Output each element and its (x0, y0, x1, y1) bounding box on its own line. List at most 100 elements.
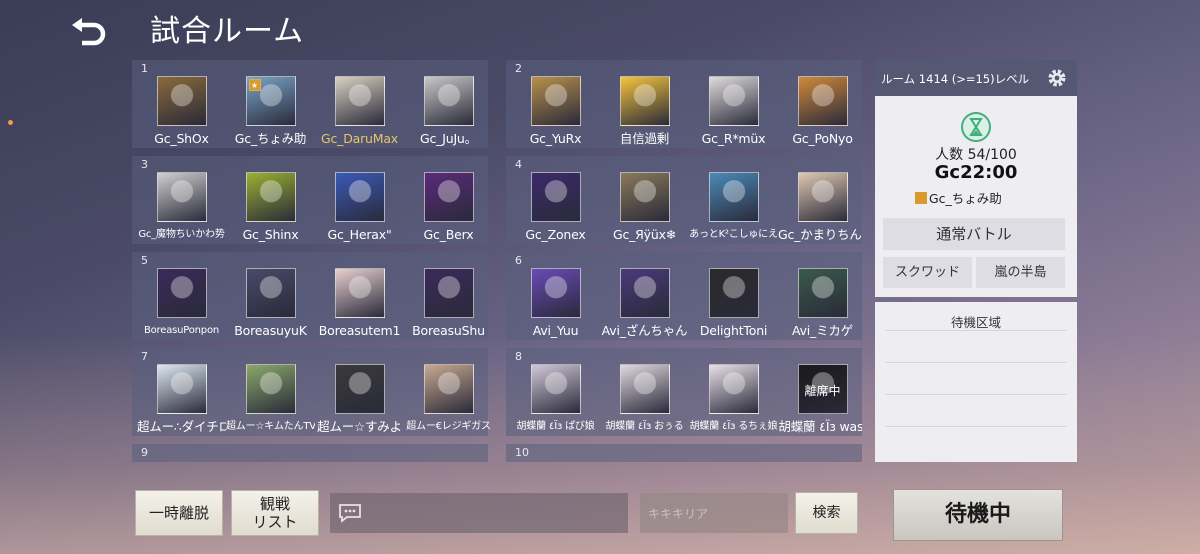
player-name: DelightToni (699, 323, 768, 338)
map-button[interactable]: 嵐の半島 (976, 257, 1065, 288)
player-slot[interactable]: 胡蝶蘭 ٤Ϊз るちぇ娘 (689, 364, 778, 436)
player-slot[interactable]: Gc_DaruMax (315, 76, 404, 148)
avatar (530, 268, 581, 318)
team-slot-2[interactable]: 2 Gc_YuRx 自信過剰 Gc_R*müx Gc_PoNyo (506, 60, 862, 148)
player-slot[interactable]: Avi_Yuu (511, 268, 600, 340)
team-slot-9[interactable]: 9 (132, 444, 488, 462)
player-slot[interactable]: Gc_Яÿüx❄ (600, 172, 689, 244)
search-input[interactable]: キキキリア (640, 493, 788, 533)
avatar (334, 268, 385, 318)
player-slot[interactable]: 離席中胡蝶蘭 ٤Ϊз wasi (778, 364, 862, 436)
waiting-divider (885, 426, 1067, 427)
player-name: Gc_Яÿüx❄ (612, 227, 677, 242)
avatar (530, 172, 581, 222)
team-slot-4[interactable]: 4 Gc_Zonex Gc_Яÿüx❄ あっとK²こしゅにえGc_かまりちん♡ (506, 156, 862, 244)
avatar (334, 172, 385, 222)
squad-button[interactable]: スクワッド (883, 257, 972, 288)
player-slot[interactable]: 胡蝶蘭 ٤Ϊз おぅる (600, 364, 689, 436)
player-name: Gc_YuRx (529, 131, 582, 146)
room-settings-button[interactable] (1047, 68, 1067, 88)
star-badge-icon: ★ (248, 79, 261, 91)
room-time: Gc22:00 (934, 162, 1018, 183)
team-slot-6[interactable]: 6 Avi_Yuu Avi_ざんちゃん DelightToni Avi_ミカゲ (506, 252, 862, 340)
player-name: Gc_かまりちん♡ (778, 227, 862, 242)
player-slot[interactable]: BoreasuPonpon (137, 268, 226, 340)
team-slot-5[interactable]: 5 BoreasuPonpon BoreasuyuK Boreasutem1 Borea… (132, 252, 488, 340)
spectate-list-button[interactable]: 観戦 リスト (231, 490, 319, 536)
player-name: BoreasuPonpon (143, 325, 220, 336)
team-slot-10[interactable]: 10 (506, 444, 862, 462)
player-slot[interactable]: あっとK²こしゅにえ (689, 172, 778, 244)
player-slot[interactable]: Gc_Herax" (315, 172, 404, 244)
player-name: Gc_魔物ちいかわ势 (138, 229, 225, 240)
player-slot[interactable]: 超ムー∴ダイチロ (137, 364, 226, 436)
waiting-divider (885, 330, 1067, 331)
team-slot-8[interactable]: 8 胡蝶蘭 ٤Ϊз ぱび娘 胡蝶蘭 ٤Ϊз おぅる 胡蝶蘭 ٤Ϊз るちぇ娘 離席中 胡蝶… (506, 348, 862, 436)
page-title: 試合ルーム (150, 14, 305, 49)
back-button[interactable] (68, 10, 112, 46)
player-slot[interactable]: 超ムー☆キムたんTV (226, 364, 315, 436)
search-button[interactable]: 検索 (795, 492, 858, 534)
team-number: 3 (141, 158, 148, 171)
player-slot[interactable]: Gc_Shinx (226, 172, 315, 244)
player-slot[interactable]: Gc_PoNyo (778, 76, 862, 148)
avatar (245, 172, 296, 222)
avatar (530, 364, 581, 414)
player-slot[interactable]: Gc_Zonex (511, 172, 600, 244)
player-slot[interactable]: Avi_ミカゲ (778, 268, 862, 340)
player-name: Avi_ミカゲ (791, 323, 854, 338)
player-slot[interactable]: DelightToni (689, 268, 778, 340)
player-name: Gc_Shinx (242, 227, 299, 242)
player-slot[interactable]: 超ムー☆すみよ (315, 364, 404, 436)
leave-temporarily-button[interactable]: 一時離脱 (135, 490, 223, 536)
player-slot[interactable]: 超ムー€レジギガス (404, 364, 493, 436)
avatar (619, 364, 670, 414)
spectate-label-line1: 観戦 (259, 495, 290, 513)
player-slot[interactable]: Gc_魔物ちいかわ势 (137, 172, 226, 244)
team-number: 2 (515, 62, 522, 75)
team-number: 10 (515, 446, 529, 459)
avatar (245, 268, 296, 318)
player-name: 自信過剰 (619, 131, 670, 146)
team-number: 9 (141, 446, 148, 459)
player-slot[interactable]: Gc_ShOx (137, 76, 226, 148)
player-slot[interactable]: Gc_かまりちん♡ (778, 172, 862, 244)
team-slot-1[interactable]: 1 Gc_ShOx ★ Gc_ちょみ助 Gc_DaruMax Gc_JuJu。 (132, 60, 488, 148)
player-slot[interactable]: Boreasutem1 (315, 268, 404, 340)
player-slot[interactable]: ★ Gc_ちょみ助 (226, 76, 315, 148)
player-name: あっとK²こしゅにえ (689, 229, 778, 240)
waiting-divider (885, 394, 1067, 395)
player-name: 超ムー☆すみよ (317, 419, 402, 434)
avatar (156, 364, 207, 414)
player-slot[interactable]: Gc_Berx (404, 172, 493, 244)
player-slot[interactable]: Gc_YuRx (511, 76, 600, 148)
player-slot[interactable]: 自信過剰 (600, 76, 689, 148)
player-slot[interactable]: 胡蝶蘭 ٤Ϊз ぱび娘 (511, 364, 600, 436)
player-name: 超ムー€レジギガス (406, 421, 491, 432)
avatar (530, 76, 581, 126)
player-slot[interactable]: Gc_JuJu。 (404, 76, 493, 148)
avatar (423, 268, 474, 318)
teams-grid[interactable]: 1 Gc_ShOx ★ Gc_ちょみ助 Gc_DaruMax Gc_JuJu。 2 Gc_Yu… (132, 60, 862, 462)
avatar: ★ (245, 76, 296, 126)
battle-mode-button[interactable]: 通常バトル (883, 218, 1065, 250)
avatar (156, 268, 207, 318)
team-number: 5 (141, 254, 148, 267)
player-slot[interactable]: BoreasuyuK (226, 268, 315, 340)
avatar (619, 268, 670, 318)
player-name: Boreasutem1 (318, 323, 401, 338)
player-name: Avi_Yuu (532, 323, 579, 338)
team-number: 1 (141, 62, 148, 75)
avatar (708, 268, 759, 318)
hourglass-icon (961, 112, 991, 142)
player-slot[interactable]: BoreasuShu (404, 268, 493, 340)
player-slot[interactable]: Avi_ざんちゃん (600, 268, 689, 340)
team-number: 8 (515, 350, 522, 363)
player-slot[interactable]: Gc_R*müx (689, 76, 778, 148)
team-slot-7[interactable]: 7 超ムー∴ダイチロ 超ムー☆キムたんTV 超ムー☆すみよ 超ムー€レジギガス (132, 348, 491, 436)
chat-input[interactable] (330, 493, 628, 533)
player-name: Gc_Zonex (525, 227, 586, 242)
waiting-area-panel[interactable]: 待機区域 (875, 302, 1077, 462)
team-slot-3[interactable]: 3 Gc_魔物ちいかわ势 Gc_Shinx Gc_Herax" Gc_Berx (132, 156, 488, 244)
ready-status-button[interactable]: 待機中 (893, 489, 1063, 541)
